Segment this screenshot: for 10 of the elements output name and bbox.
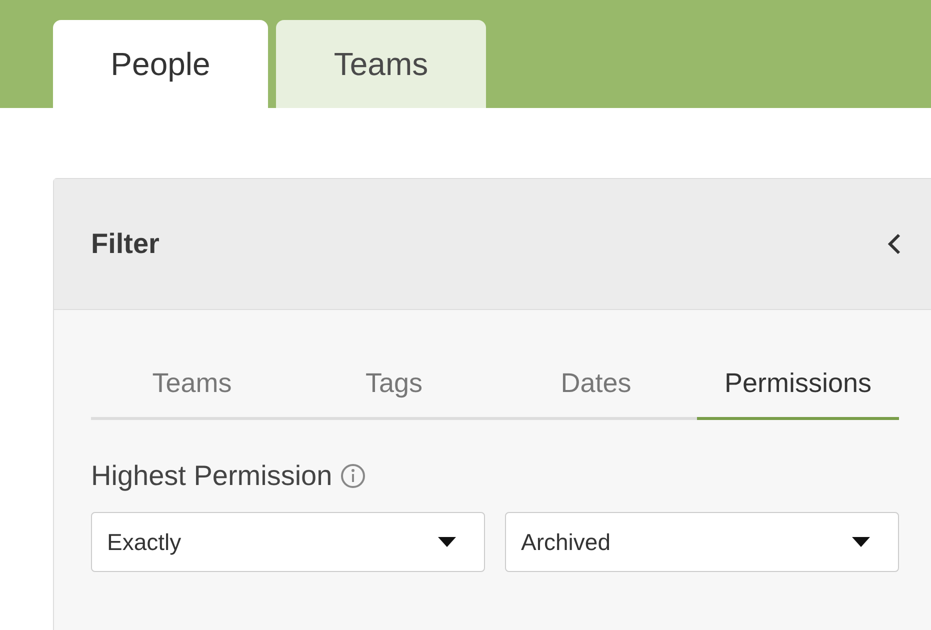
dropdown[interactable]: Archived [505, 512, 899, 572]
filter-tab[interactable]: Tags [293, 350, 495, 420]
field-label: Highest Permission [91, 460, 332, 492]
filter-tab[interactable]: Permissions [697, 350, 899, 420]
filter-tab[interactable]: Teams [91, 350, 293, 420]
dropdown[interactable]: Exactly [91, 512, 485, 572]
tab[interactable]: People [53, 20, 268, 108]
tab[interactable]: Teams [276, 20, 486, 108]
filter-tab[interactable]: Dates [495, 350, 697, 420]
filter-title: Filter [91, 228, 160, 260]
